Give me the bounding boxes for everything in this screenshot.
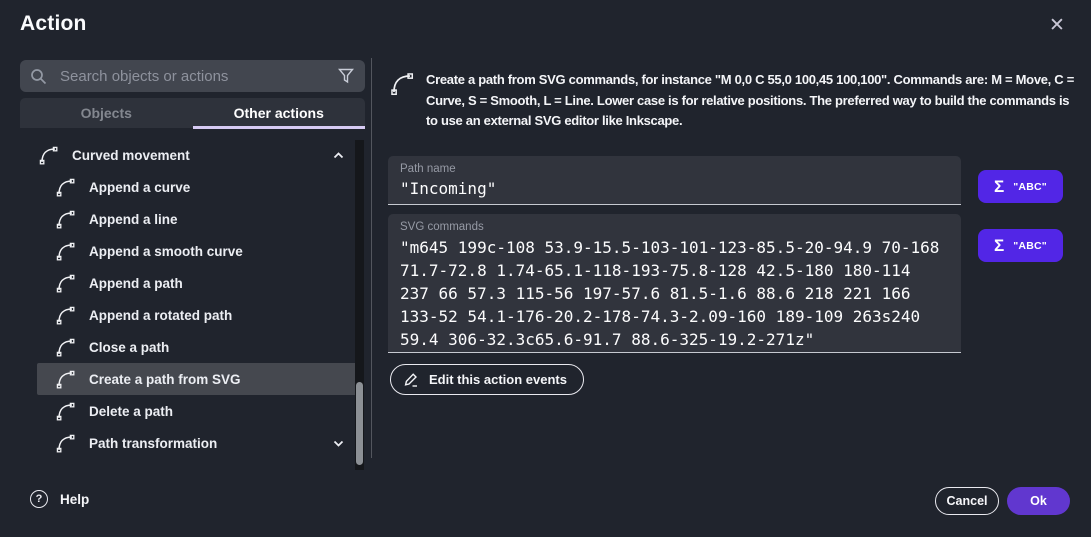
- tree-item-append-a-smooth-curve[interactable]: Append a smooth curve: [37, 235, 358, 267]
- abc-label: "ABC": [1013, 240, 1047, 252]
- tree-item-delete-a-path[interactable]: Delete a path: [37, 395, 358, 427]
- path-name-input[interactable]: "Incoming": [400, 178, 947, 202]
- help-icon: ?: [30, 490, 48, 508]
- search-input[interactable]: [60, 68, 337, 85]
- abc-label: "ABC": [1013, 181, 1047, 193]
- search-box: [20, 60, 365, 92]
- action-description: Create a path from SVG commands, for ins…: [426, 70, 1076, 132]
- expression-editor-button[interactable]: Σ "ABC": [978, 229, 1063, 262]
- tab-other-actions[interactable]: Other actions: [193, 98, 366, 128]
- curve-icon: [389, 71, 415, 97]
- svg-commands-input[interactable]: "m645 199c-108 53.9-15.5-103-101-123-85.…: [400, 236, 947, 354]
- chevron-up-icon[interactable]: [331, 148, 346, 163]
- sigma-icon: Σ: [994, 237, 1004, 254]
- help-button[interactable]: ? Help: [30, 490, 89, 508]
- curve-icon: [55, 305, 76, 326]
- search-icon: [30, 68, 47, 85]
- curve-icon: [55, 241, 76, 262]
- svg-commands-label: SVG commands: [400, 221, 961, 233]
- filter-icon[interactable]: [337, 67, 355, 85]
- curve-icon: [55, 401, 76, 422]
- action-dialog: Action ✕ Objects Other actions Curved mo…: [0, 0, 1091, 537]
- pencil-icon: [403, 371, 420, 388]
- tree-item-append-a-path[interactable]: Append a path: [37, 267, 358, 299]
- cancel-button[interactable]: Cancel: [935, 487, 999, 515]
- tree-item-close-a-path[interactable]: Close a path: [37, 331, 358, 363]
- tree-group-curved-movement[interactable]: Curved movement: [20, 139, 358, 171]
- tree-item-append-a-curve[interactable]: Append a curve: [37, 171, 358, 203]
- curve-icon: [55, 337, 76, 358]
- curve-icon: [55, 433, 76, 454]
- edit-action-events-button[interactable]: Edit this action events: [390, 364, 584, 395]
- close-icon[interactable]: ✕: [1044, 12, 1070, 38]
- path-name-label: Path name: [400, 163, 961, 175]
- svg-commands-field: SVG commands "m645 199c-108 53.9-15.5-10…: [388, 214, 961, 353]
- tab-objects[interactable]: Objects: [20, 98, 193, 128]
- chevron-down-icon[interactable]: [331, 436, 346, 451]
- scrollbar-thumb[interactable]: [356, 382, 363, 465]
- tree-item-create-a-path-from-svg[interactable]: Create a path from SVG: [37, 363, 358, 395]
- curve-icon: [55, 273, 76, 294]
- curve-icon: [55, 369, 76, 390]
- panel-divider: [371, 58, 372, 458]
- curve-icon: [55, 177, 76, 198]
- ok-button[interactable]: Ok: [1007, 487, 1070, 515]
- tab-bar: Objects Other actions: [20, 98, 365, 128]
- curve-icon: [55, 209, 76, 230]
- curve-icon: [38, 145, 59, 166]
- sigma-icon: Σ: [994, 178, 1004, 195]
- path-name-field: Path name "Incoming": [388, 156, 961, 205]
- tree-item-append-a-rotated-path[interactable]: Append a rotated path: [37, 299, 358, 331]
- tree-group-path-transformation[interactable]: Path transformation: [37, 427, 358, 459]
- dialog-title: Action: [20, 12, 87, 36]
- tree-item-append-a-line[interactable]: Append a line: [37, 203, 358, 235]
- expression-editor-button[interactable]: Σ "ABC": [978, 170, 1063, 203]
